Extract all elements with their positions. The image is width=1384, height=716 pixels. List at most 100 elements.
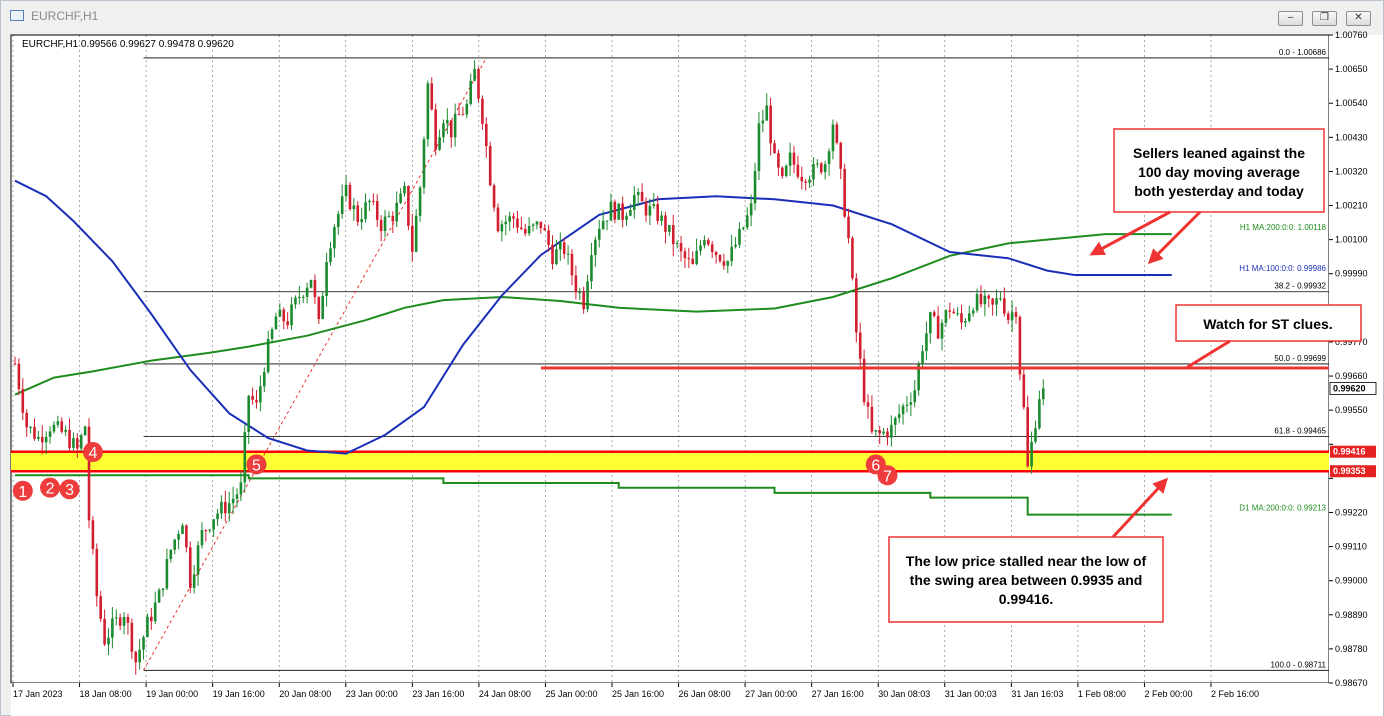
candle-body (819, 163, 823, 173)
candle-body (921, 351, 924, 365)
x-tick-label: 27 Jan 16:00 (812, 689, 864, 699)
y-tick-label: 1.00760 (1335, 30, 1368, 40)
swing-high-tag: 0.99416 (1333, 447, 1366, 457)
candle-body (298, 296, 301, 298)
candle-body (251, 395, 254, 400)
candle-body (64, 429, 67, 432)
x-tick-label: 1 Feb 08:00 (1078, 689, 1126, 699)
candle-body (418, 187, 422, 216)
candle-body (703, 239, 706, 246)
candle-body (484, 123, 488, 147)
candle-body (204, 530, 208, 532)
candle-body (722, 261, 726, 266)
candle-body (17, 363, 21, 390)
candle-body (629, 210, 632, 216)
candle-body (118, 617, 122, 626)
candle-body (72, 438, 75, 448)
candle-body (146, 616, 149, 638)
candle-body (325, 262, 328, 296)
candle-body (644, 201, 648, 216)
candle-body (687, 258, 691, 260)
candle-body (866, 402, 870, 407)
candle-body (442, 123, 445, 138)
candle-body (777, 153, 780, 168)
candle-body (547, 230, 550, 245)
candle-body (294, 297, 297, 305)
candle-body (944, 310, 948, 323)
candle-body (356, 205, 360, 223)
candle-body (13, 363, 17, 365)
candle-body (652, 204, 656, 206)
candle-body (274, 316, 278, 330)
candle-body (1022, 374, 1026, 408)
candle-body (886, 431, 889, 438)
candle-body (305, 287, 309, 297)
fib-level-label: 38.2 - 0.99932 (1274, 282, 1326, 291)
candle-body (157, 590, 161, 603)
time-axis (11, 683, 1383, 716)
candle-body (301, 296, 305, 298)
candle-body (122, 616, 126, 626)
candle-body (126, 616, 130, 623)
candle-body (578, 292, 582, 294)
candle-body (710, 244, 714, 253)
candle-body (905, 404, 909, 406)
candle-body (21, 389, 25, 413)
candle-body (208, 529, 212, 531)
candle-body (656, 204, 659, 221)
candle-body (952, 311, 955, 314)
moving-average-label: D1 MA:200:0:0: 0.99213 (1239, 504, 1326, 513)
candle-body (843, 168, 846, 217)
candle-body (523, 228, 527, 234)
candle-body (718, 255, 722, 262)
candle-body (25, 412, 28, 428)
candle-body (239, 482, 243, 495)
candle-body (410, 225, 414, 252)
fib-level-label: 61.8 - 0.99465 (1274, 427, 1326, 436)
x-tick-label: 19 Jan 16:00 (213, 689, 265, 699)
candle-body (967, 313, 971, 322)
x-tick-label: 31 Jan 16:03 (1011, 689, 1063, 699)
candle-body (391, 215, 395, 222)
candle-body (913, 390, 917, 403)
candle-body (1014, 312, 1018, 317)
candle-body (765, 105, 769, 121)
candle-body (683, 251, 687, 259)
candle-body (726, 261, 730, 266)
candle-body (601, 220, 605, 229)
candle-body (336, 213, 340, 228)
candle-body (278, 309, 282, 317)
candle-body (664, 215, 667, 232)
x-tick-label: 24 Jan 08:00 (479, 689, 531, 699)
candle-body (44, 436, 48, 443)
price-chart[interactable]: 1.00760 1.00650 1.00540 1.00430 1.00320 1.002… (0, 0, 1384, 716)
candle-body (590, 255, 593, 282)
y-tick-label: 1.00210 (1335, 201, 1368, 211)
candle-body (862, 358, 866, 403)
candle-body (570, 253, 574, 276)
swing-marker-label: 5 (252, 457, 261, 474)
candle-body (1003, 298, 1006, 314)
candle-body (847, 216, 850, 239)
x-tick-label: 18 Jan 08:00 (80, 689, 132, 699)
candle-body (99, 596, 102, 619)
swing-marker-label: 2 (46, 481, 55, 498)
y-tick-label: 0.99110 (1335, 542, 1367, 552)
candle-body (496, 207, 500, 232)
candle-body (508, 216, 511, 222)
candle-body (855, 278, 858, 333)
candle-body (675, 243, 679, 245)
candle-body (426, 83, 430, 140)
candle-body (465, 103, 469, 115)
candle-body (831, 124, 835, 152)
candle-body (153, 602, 157, 622)
candle-body (469, 80, 473, 104)
candle-body (535, 221, 539, 225)
y-tick-label: 1.00430 (1335, 132, 1368, 142)
y-tick-label: 0.99000 (1335, 576, 1368, 586)
candle-body (730, 246, 733, 262)
candle-body (231, 498, 235, 504)
candle-body (555, 249, 558, 265)
candle-body (582, 292, 585, 310)
candle-body (512, 216, 515, 219)
